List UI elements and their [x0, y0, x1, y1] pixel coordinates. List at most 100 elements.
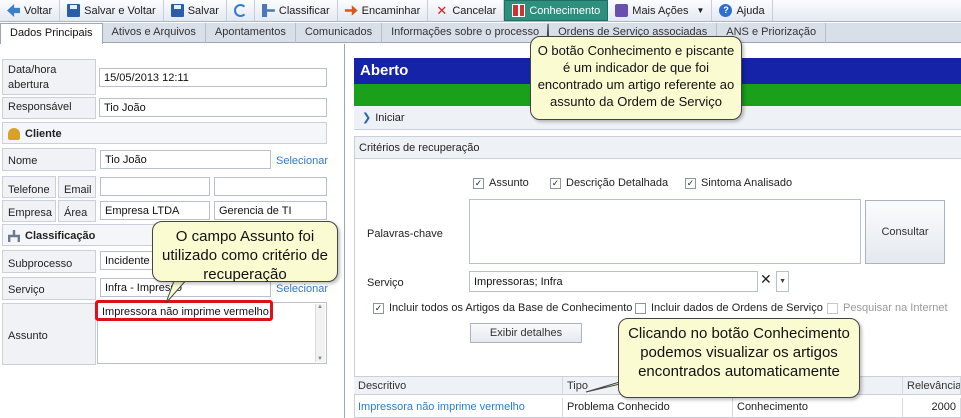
checkbox-checked-icon: ✓	[685, 177, 696, 189]
table-row[interactable]: Impressora não imprime vermelho Problema…	[354, 398, 961, 417]
grid-cell-relevance: 2000	[903, 398, 961, 417]
subject-field-callout: O campo Assunto foi utilizado como crité…	[152, 221, 338, 283]
phone-label: Telefone	[2, 176, 56, 198]
name-field[interactable]: Tio João	[100, 150, 271, 169]
back-label: Voltar	[24, 4, 53, 17]
client-section-title: Cliente	[25, 128, 62, 140]
date-field[interactable]: 15/05/2013 12:11	[99, 68, 327, 87]
classify-button[interactable]: Classificar	[255, 0, 338, 21]
tab-assets-files[interactable]: Ativos e Arquivos	[103, 23, 206, 43]
client-section-header: Cliente	[2, 122, 327, 144]
service-label: Serviço	[2, 277, 96, 300]
refresh-icon	[233, 4, 247, 17]
refresh-button[interactable]	[227, 0, 255, 21]
symptom-checkbox[interactable]: ✓ Sintoma Analisado	[685, 177, 792, 189]
subject-checkbox-label: Assunto	[489, 177, 529, 189]
knowledge-button[interactable]: Conhecimento	[504, 0, 609, 21]
grid-cell-type: Problema Conhecido	[563, 398, 733, 417]
knowledge-button-callout: O botão Conhecimento e piscante é um ind…	[530, 36, 742, 120]
forward-button[interactable]: Encaminhar	[338, 0, 429, 21]
consult-button[interactable]: Consultar	[865, 200, 945, 264]
forward-arrow-icon	[344, 5, 358, 16]
view-articles-callout: Clicando no botão Conhecimento podemos v…	[618, 318, 860, 398]
save-disk-icon	[170, 4, 184, 17]
help-icon: ?	[719, 4, 733, 17]
service-criteria-label: Serviço	[367, 277, 404, 289]
save-and-back-button[interactable]: Salvar e Voltar	[60, 0, 164, 21]
start-label: Iniciar	[375, 112, 405, 124]
person-icon	[8, 128, 20, 140]
save-disk-icon	[67, 4, 81, 17]
tab-bar: Dados Principais Ativos e Arquivos Apont…	[0, 23, 961, 44]
date-label: Data/hora abertura	[2, 59, 96, 95]
more-actions-icon	[615, 4, 629, 17]
responsible-field[interactable]: Tio João	[99, 98, 327, 117]
include-articles-checkbox[interactable]: ✓ Incluir todos os Artigos da Base de Con…	[373, 302, 632, 314]
tab-main-data[interactable]: Dados Principais	[0, 23, 103, 44]
article-link[interactable]: Impressora não imprime vermelho	[354, 398, 563, 417]
area-field[interactable]: Gerencia de TI	[214, 201, 327, 220]
description-checkbox[interactable]: ✓ Descrição Detalhada	[550, 177, 668, 189]
chevron-down-icon: ▼	[779, 278, 786, 285]
more-actions-label: Mais Ações	[632, 4, 689, 17]
cancel-x-icon: ✕	[436, 3, 448, 18]
include-orders-checkbox[interactable]: Incluir dados de Ordens de Serviço	[635, 302, 823, 314]
cancel-label: Cancelar	[452, 4, 497, 17]
email-field[interactable]	[214, 177, 327, 196]
company-field[interactable]: Empresa LTDA	[100, 201, 210, 220]
include-articles-label: Incluir todos os Artigos da Base de Conh…	[389, 302, 633, 314]
symptom-checkbox-label: Sintoma Analisado	[701, 177, 793, 189]
checkbox-checked-icon: ✓	[473, 177, 484, 189]
hierarchy-icon	[8, 230, 20, 242]
classification-section-title: Classificação	[25, 230, 96, 242]
tab-communications[interactable]: Comunicados	[296, 23, 383, 43]
save-and-back-label: Salvar e Voltar	[84, 4, 156, 17]
service-dropdown[interactable]: ▼	[776, 271, 789, 292]
subject-checkbox[interactable]: ✓ Assunto	[473, 177, 529, 189]
subject-highlight	[95, 300, 273, 321]
description-checkbox-label: Descrição Detalhada	[566, 177, 669, 189]
tab-process-info[interactable]: Informações sobre o processo	[382, 23, 550, 43]
checkbox-unchecked-icon	[827, 302, 838, 314]
classify-icon	[261, 4, 275, 17]
show-details-button[interactable]: Exibir detalhes	[470, 323, 582, 343]
subject-label: Assunto	[2, 303, 96, 365]
checkbox-checked-icon: ✓	[550, 177, 561, 189]
email-label: Email	[58, 176, 96, 198]
knowledge-label: Conhecimento	[529, 4, 601, 17]
criteria-title: Critérios de recuperação	[355, 137, 961, 159]
area-label: Área	[58, 200, 96, 222]
select-service-link[interactable]: Selecionar	[276, 283, 328, 295]
keywords-label: Palavras-chave	[367, 228, 443, 240]
save-button[interactable]: Salvar	[164, 0, 227, 21]
checkbox-checked-icon: ✓	[373, 302, 384, 314]
toolbar: Voltar Salvar e Voltar Salvar Classifica…	[0, 0, 961, 22]
include-orders-label: Incluir dados de Ordens de Serviço	[651, 302, 823, 314]
company-label: Empresa	[2, 200, 56, 222]
service-combo[interactable]: Impressoras; Infra	[469, 271, 758, 292]
clear-x-icon[interactable]: ✕	[760, 271, 772, 288]
more-actions-button[interactable]: Mais Ações ▼	[608, 0, 713, 21]
tab-notes[interactable]: Apontamentos	[206, 23, 296, 43]
grid-header-relevance[interactable]: Relevância	[903, 377, 961, 394]
keywords-textarea[interactable]	[469, 199, 861, 264]
classify-label: Classificar	[278, 4, 330, 17]
chevron-down-icon: ▼	[696, 6, 705, 15]
help-button[interactable]: ? Ajuda	[712, 0, 773, 21]
checkbox-unchecked-icon	[635, 302, 646, 314]
play-arrow-icon: ❯	[362, 112, 372, 124]
responsible-label: Responsável	[2, 97, 96, 119]
knowledge-book-icon	[512, 4, 526, 17]
grid-cell-source: Conhecimento	[733, 398, 903, 417]
search-internet-label: Pesquisar na Internet	[843, 302, 948, 314]
search-internet-checkbox[interactable]: Pesquisar na Internet	[827, 302, 948, 314]
subject-scrollbar[interactable]	[315, 304, 325, 362]
cancel-button[interactable]: ✕ Cancelar	[428, 0, 505, 21]
grid-header-description[interactable]: Descritivo	[354, 377, 563, 394]
subprocess-label: Subprocesso	[2, 250, 96, 273]
save-label: Salvar	[187, 4, 219, 17]
phone-field[interactable]	[100, 177, 210, 196]
back-button[interactable]: Voltar	[0, 0, 61, 21]
help-label: Ajuda	[736, 4, 765, 17]
select-client-link[interactable]: Selecionar	[276, 155, 328, 167]
